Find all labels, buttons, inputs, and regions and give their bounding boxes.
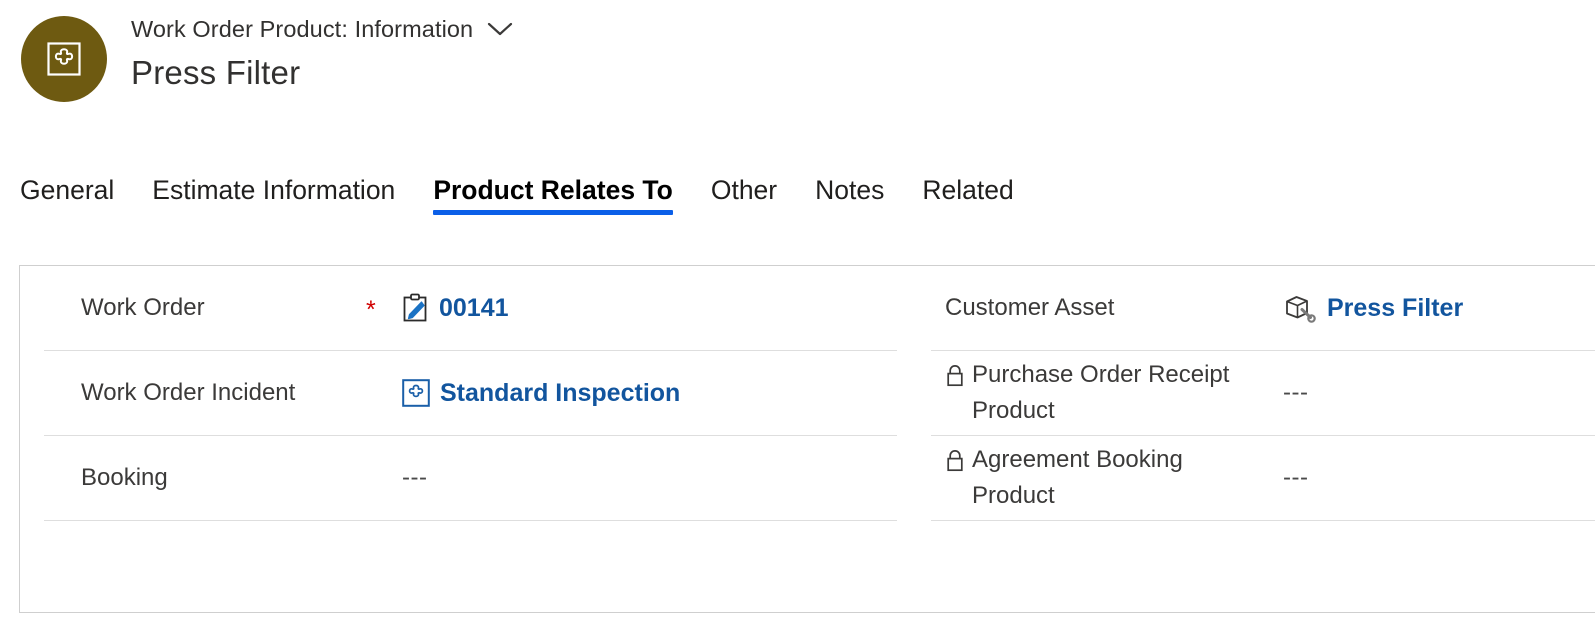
booking-value: --- xyxy=(402,464,428,491)
clipboard-pen-icon xyxy=(402,293,429,323)
field-work-order: Work Order * 00141 xyxy=(44,266,897,351)
record-header: Work Order Product: Information Press Fi… xyxy=(0,0,1595,130)
field-purchase-order-receipt-product: Purchase Order Receipt Product --- xyxy=(931,351,1595,436)
field-customer-asset: Customer Asset Press Filter xyxy=(931,266,1595,351)
product-relates-to-card: Work Order * 00141 Work Order Incident S… xyxy=(19,265,1595,613)
form-column-right: Customer Asset Press Filter Purchase Ord… xyxy=(931,266,1595,521)
field-work-order-label: Work Order xyxy=(81,294,205,321)
customer-asset-icon xyxy=(1283,293,1317,323)
tab-related[interactable]: Related xyxy=(903,166,1032,212)
field-work-order-incident-value: Standard Inspection xyxy=(402,379,897,408)
tab-notes[interactable]: Notes xyxy=(796,166,903,212)
form-column-left: Work Order * 00141 Work Order Incident S… xyxy=(44,266,897,521)
field-agreement-booking-product: Agreement Booking Product --- xyxy=(931,436,1595,521)
field-agreement-booking-product-value: --- xyxy=(1271,464,1595,492)
field-booking: Booking --- xyxy=(44,436,897,521)
lock-icon xyxy=(945,364,965,387)
field-customer-asset-value: Press Filter xyxy=(1271,293,1595,323)
tab-estimate-information[interactable]: Estimate Information xyxy=(133,166,414,212)
field-agreement-booking-product-label: Agreement Booking Product xyxy=(931,442,1271,514)
required-indicator: * xyxy=(366,295,376,324)
tab-other[interactable]: Other xyxy=(692,166,796,212)
tab-general[interactable]: General xyxy=(20,166,133,212)
record-type-label: Work Order Product: Information xyxy=(131,15,474,42)
field-work-order-incident-label: Work Order Incident xyxy=(81,379,296,406)
work-order-incident-icon xyxy=(402,379,430,407)
avatar xyxy=(21,16,107,102)
purchase-order-receipt-product-value: --- xyxy=(1283,379,1309,406)
tab-bar: General Estimate Information Product Rel… xyxy=(0,166,1595,228)
field-booking-value[interactable]: --- xyxy=(402,464,897,492)
lock-icon xyxy=(945,449,965,472)
agreement-booking-product-value: --- xyxy=(1283,464,1309,491)
record-type-row: Work Order Product: Information xyxy=(131,12,513,46)
field-purchase-order-receipt-product-label: Purchase Order Receipt Product xyxy=(931,357,1271,429)
field-purchase-order-receipt-product-value: --- xyxy=(1271,379,1595,407)
chevron-down-icon[interactable] xyxy=(487,16,513,42)
field-work-order-value: 00141 xyxy=(402,293,897,323)
work-order-product-icon xyxy=(44,39,84,79)
field-booking-label: Booking xyxy=(81,464,168,491)
page-title: Press Filter xyxy=(131,54,301,91)
field-customer-asset-label: Customer Asset xyxy=(945,294,1115,321)
header-text-block: Work Order Product: Information Press Fi… xyxy=(131,12,513,92)
customer-asset-link[interactable]: Press Filter xyxy=(1327,294,1463,323)
work-order-link[interactable]: 00141 xyxy=(439,294,509,323)
field-work-order-incident: Work Order Incident Standard Inspection xyxy=(44,351,897,436)
work-order-incident-link[interactable]: Standard Inspection xyxy=(440,379,680,408)
tab-product-relates-to[interactable]: Product Relates To xyxy=(414,166,692,215)
